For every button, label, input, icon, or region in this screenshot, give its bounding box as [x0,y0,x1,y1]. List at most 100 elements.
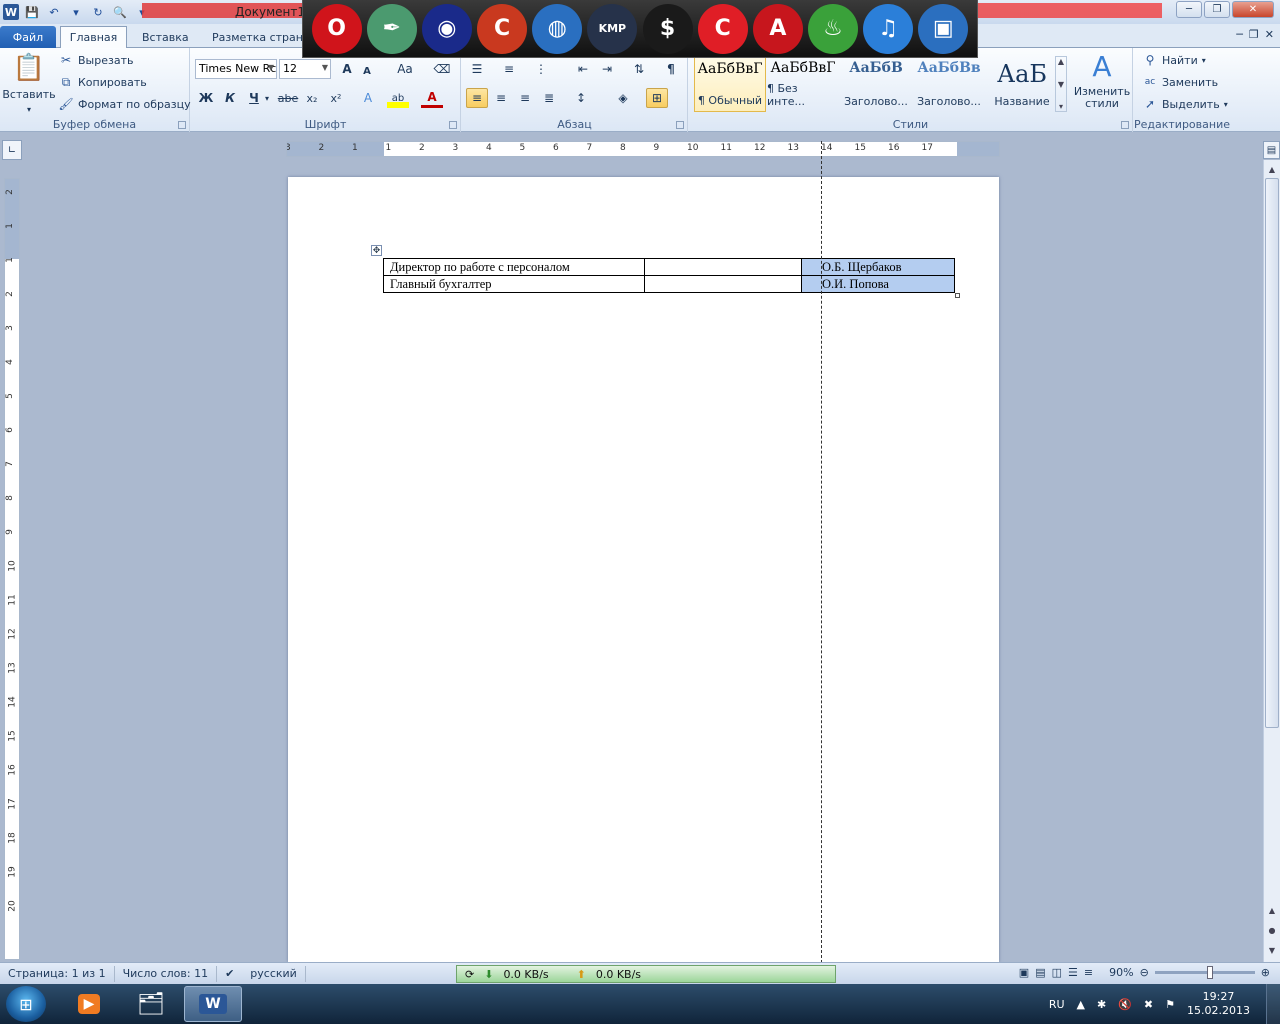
ribbon-restore-icon[interactable]: ❐ [1249,28,1259,41]
network-disconnected-icon[interactable]: ✖ [1144,998,1153,1011]
input-language[interactable]: RU [1049,998,1065,1011]
superscript-button[interactable]: x² [325,88,347,108]
show-desktop-button[interactable] [1266,984,1280,1024]
tab-selector[interactable]: ∟ [2,140,22,160]
decrease-indent-icon[interactable]: ⇤ [572,59,594,79]
web-layout-view-icon[interactable]: ◫ [1052,966,1062,979]
ribbon-minimize-icon[interactable]: ─ [1236,28,1243,41]
subscript-button[interactable]: x₂ [301,88,323,108]
zoom-slider[interactable] [1154,966,1255,979]
redo-icon[interactable]: ↻ [89,3,107,21]
document-page[interactable] [288,177,999,962]
signature-table[interactable]: Директор по работе с персоналом О.Б. Щерб… [383,258,955,293]
scroll-up-icon[interactable]: ▲ [1265,161,1279,177]
table-cell-name[interactable]: О.Б. Щербаков [801,258,955,276]
gallery-more-icon[interactable]: ▾ [1059,102,1063,111]
increase-indent-icon[interactable]: ⇥ [596,59,618,79]
replace-button[interactable]: ac Заменить [1142,74,1218,90]
zoom-slider-thumb[interactable] [1206,966,1213,979]
print-layout-view-icon[interactable]: ▣ [1019,966,1029,979]
style-tile-0[interactable]: АаБбВвГ ¶ Обычный [694,56,766,112]
volume-muted-icon[interactable]: 🔇 [1118,998,1132,1011]
scroll-up-page-icon[interactable]: ▲ [1265,902,1279,918]
styles-gallery-scroll[interactable]: ▲ ▼ ▾ [1055,56,1067,112]
clear-format-icon[interactable]: ⌫ [431,59,453,79]
shading-icon[interactable]: ◈ [612,88,634,108]
full-screen-view-icon[interactable]: ▤ [1035,966,1045,979]
tray-expand-icon[interactable]: ▲ [1077,998,1085,1011]
table-row[interactable]: Директор по работе с персоналом О.Б. Щерб… [383,258,955,276]
view-ruler-icon[interactable]: ▤ [1263,141,1280,159]
align-right-icon[interactable]: ≡ [514,88,536,108]
close-button[interactable]: ✕ [1232,1,1274,18]
strikethrough-button[interactable]: abe [277,88,299,108]
undo-icon[interactable]: ↶ [45,3,63,21]
action-center-icon[interactable]: ⚑ [1165,998,1175,1011]
zoom-level[interactable]: 90% [1109,966,1133,979]
table-resize-handle[interactable] [955,293,960,298]
paste-button[interactable]: 📋 Вставить ▾ [2,52,55,114]
style-tile-3[interactable]: АаБбВв Заголово... [913,56,985,112]
feather-app-icon[interactable]: ✒ [366,3,417,54]
opera-icon[interactable]: O [311,3,362,54]
start-button-icon[interactable]: ⊞ [6,986,46,1022]
justify-icon[interactable]: ≣ [538,88,560,108]
globe-icon[interactable]: ◍ [532,3,583,54]
explorer-taskbar-icon[interactable]: 🗂 [122,986,180,1022]
multilevel-list-icon[interactable]: ⋮ [530,59,552,79]
scroll-thumb[interactable] [1265,178,1279,728]
shrink-font-button[interactable]: A [356,61,378,81]
underline-dropdown-icon[interactable]: ▾ [261,88,273,108]
select-button[interactable]: ➚ Выделить ▾ [1142,96,1228,112]
style-tile-1[interactable]: АаБбВвГ ¶ Без инте... [767,56,839,112]
borders-icon[interactable]: ⊞ [646,88,668,108]
undo-dropdown-icon[interactable]: ▾ [67,3,85,21]
acrobat-icon[interactable]: A [752,3,803,54]
outline-view-icon[interactable]: ☰ [1068,966,1078,979]
vertical-ruler[interactable]: 2 1 1 2 3 4 5 6 7 8 9 10 11 12 13 14 15 16 17 18 19 20 [4,178,20,960]
sort-icon[interactable]: ⇅ [628,59,650,79]
italic-button[interactable]: К [219,88,241,108]
word-logo-icon[interactable]: W [3,4,19,20]
table-cell-signature[interactable] [644,275,802,293]
clipboard-launcher[interactable] [178,121,186,129]
page-count[interactable]: Страница: 1 из 1 [0,965,115,982]
clock[interactable]: 19:27 15.02.2013 [1187,990,1250,1018]
minimize-button[interactable]: ─ [1176,1,1202,18]
desktop-monitor-icon[interactable]: ▣ [918,3,969,54]
ribbon-close-icon[interactable]: ✕ [1265,28,1274,41]
tab-home[interactable]: Главная [60,26,127,48]
artmoney-icon[interactable]: $ [642,3,693,54]
save-icon[interactable]: 💾 [23,3,41,21]
table-cell-signature[interactable] [644,258,802,276]
drinks-app-icon[interactable]: ♨ [807,3,858,54]
table-row[interactable]: Главный бухгалтер О.И. Попова [383,275,955,293]
horizontal-ruler[interactable]: 3211234567891011121314151617 [286,141,1000,157]
change-styles-button[interactable]: A Изменить стили [1073,52,1131,110]
zoom-in-icon[interactable]: ⊕ [1261,966,1270,979]
text-effects-icon[interactable]: A [357,88,379,108]
font-launcher[interactable] [449,121,457,129]
scroll-down-page-icon[interactable]: ▼ [1265,942,1279,958]
style-tile-2[interactable]: АаБбВ Заголово... [840,56,912,112]
table-move-handle-icon[interactable]: ✥ [371,245,382,256]
kmplayer-icon[interactable]: KMP [587,3,638,54]
copy-button[interactable]: ⧉ Копировать [58,74,147,90]
table-cell-position[interactable]: Главный бухгалтер [383,275,645,293]
cut-button[interactable]: ✂ Вырезать [58,52,134,68]
vertical-scrollbar[interactable]: ▲ ▲ ● ▼ [1263,160,1280,962]
proofing-icon[interactable]: ✔ [217,966,242,982]
media-player-taskbar-icon[interactable]: ▶ [60,986,118,1022]
change-case-button[interactable]: Aa [391,59,419,79]
media-disc-icon[interactable]: ◉ [421,3,472,54]
language-indicator[interactable]: русский [242,965,306,982]
maximize-button[interactable]: ❐ [1204,1,1230,18]
word-taskbar-icon[interactable]: W [184,986,242,1022]
show-formatting-button[interactable]: ¶ [660,59,682,79]
word-count[interactable]: Число слов: 11 [115,965,218,982]
draft-view-icon[interactable]: ≡ [1084,966,1093,979]
table-cell-name[interactable]: О.И. Попова [801,275,955,293]
align-left-icon[interactable]: ≡ [466,88,488,108]
gallery-down-icon[interactable]: ▼ [1058,80,1064,89]
grow-font-button[interactable]: A [336,59,358,79]
